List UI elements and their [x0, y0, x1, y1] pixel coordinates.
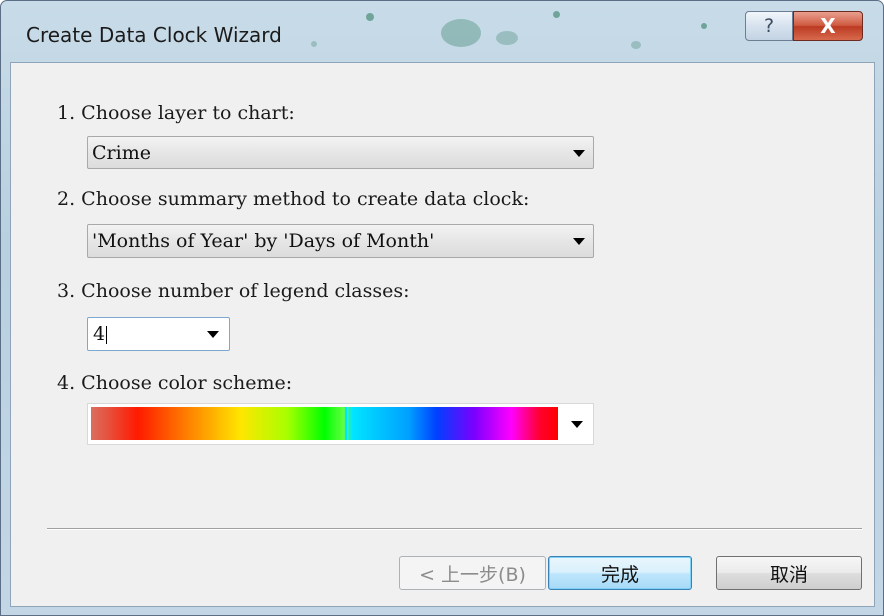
separator [47, 528, 862, 530]
step-4-label: 4. Choose color scheme: [57, 372, 293, 394]
legend-classes-combobox[interactable]: 4 [87, 317, 230, 351]
step-1-label: 1. Choose layer to chart: [57, 102, 295, 124]
legend-classes-value: 4 [93, 323, 106, 345]
cancel-button[interactable]: 取消 [716, 556, 862, 590]
step-3-label: 3. Choose number of legend classes: [57, 280, 410, 302]
finish-button[interactable]: 完成 [548, 556, 692, 590]
chevron-down-icon [573, 238, 585, 245]
chevron-down-icon[interactable] [207, 331, 219, 338]
wizard-window: Create Data Clock Wizard ? X 1. Choose l… [0, 0, 884, 616]
chevron-down-icon [573, 149, 585, 157]
layer-dropdown-value: Crime [92, 141, 151, 164]
layer-dropdown[interactable]: Crime [87, 136, 594, 169]
legend-classes-input[interactable]: 4 [93, 323, 108, 345]
summary-method-dropdown-value: 'Months of Year' by 'Days of Month' [92, 230, 435, 252]
text-caret [106, 326, 108, 344]
back-button[interactable]: < 上一步(B) [399, 556, 546, 590]
color-scheme-dropdown[interactable] [87, 403, 594, 445]
chevron-down-icon [571, 421, 583, 428]
title-bar[interactable]: Create Data Clock Wizard ? X [1, 1, 883, 61]
summary-method-dropdown[interactable]: 'Months of Year' by 'Days of Month' [87, 224, 594, 258]
step-2-label: 2. Choose summary method to create data … [57, 188, 530, 210]
help-button[interactable]: ? [745, 11, 793, 41]
color-ramp-swatch [91, 407, 558, 440]
close-icon: X [820, 14, 836, 38]
help-icon: ? [763, 15, 775, 37]
close-button[interactable]: X [793, 11, 863, 41]
window-title: Create Data Clock Wizard [26, 23, 282, 47]
